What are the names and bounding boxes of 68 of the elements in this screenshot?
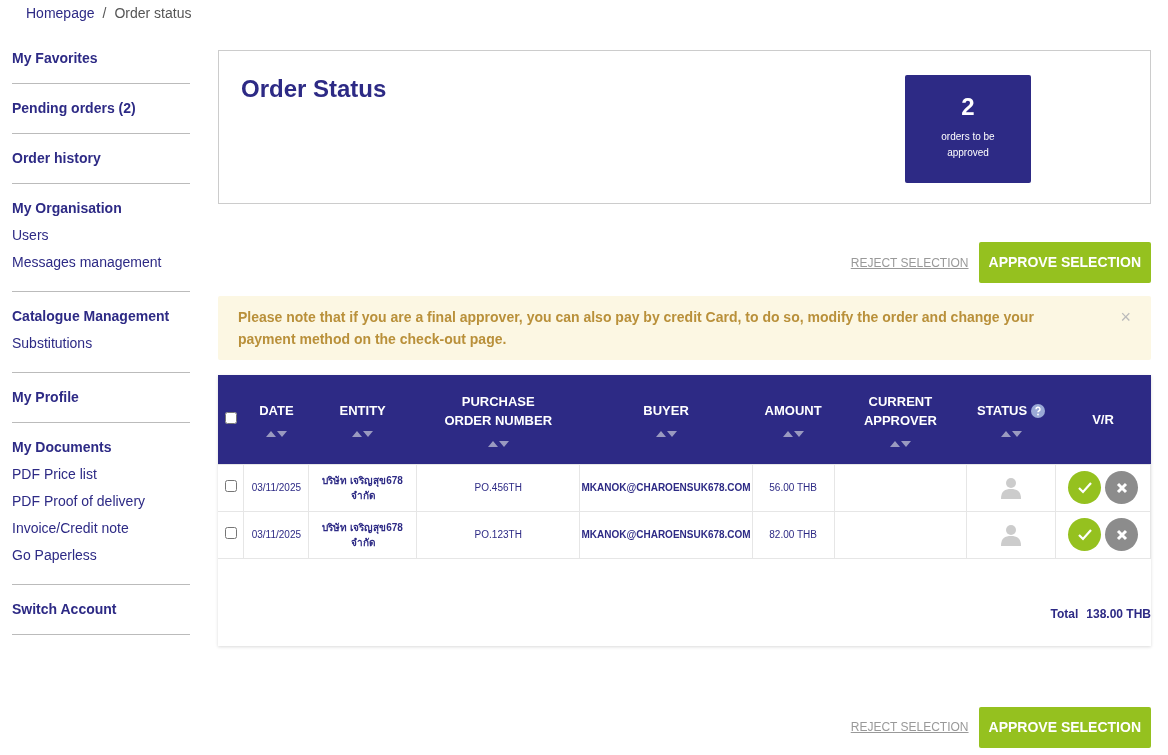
column-header: AMOUNT bbox=[764, 402, 822, 421]
sort-icon[interactable] bbox=[889, 439, 911, 447]
sort-icon[interactable] bbox=[655, 430, 677, 438]
sidebar-link[interactable]: Users bbox=[12, 225, 49, 246]
alert-message: Please note that if you are a final approver, you can also pay by credit Card, to do so, modify the order and change your payment method on the check-out page. bbox=[238, 308, 1035, 349]
check-icon bbox=[1076, 480, 1093, 495]
sidebar-heading[interactable]: Pending orders (2) bbox=[12, 98, 136, 119]
sidebar-link[interactable]: PDF Proof of delivery bbox=[12, 491, 146, 512]
column-header-cell[interactable]: STATUS bbox=[966, 375, 1056, 464]
close-icon bbox=[1115, 481, 1128, 494]
date-cell: 03/11/2025 bbox=[251, 529, 302, 540]
page-title: Order Status bbox=[241, 75, 387, 104]
count-label: orders to be approved bbox=[940, 130, 996, 160]
sort-icon[interactable] bbox=[265, 430, 287, 438]
date-cell: 03/11/2025 bbox=[251, 482, 302, 493]
sidebar-heading[interactable]: My Profile bbox=[12, 387, 79, 408]
column-header-cell[interactable]: ENTITY bbox=[308, 375, 417, 464]
po-number-cell: PO.456TH bbox=[474, 482, 522, 493]
sidebar-heading[interactable]: Order history bbox=[12, 148, 101, 169]
column-header-cell[interactable]: CURRENT APPROVER bbox=[834, 375, 967, 464]
close-icon bbox=[1115, 528, 1128, 541]
column-header-cell[interactable]: AMOUNT bbox=[752, 375, 835, 464]
sidebar-heading[interactable]: Catalogue Management bbox=[12, 306, 170, 327]
sort-icon[interactable] bbox=[782, 430, 804, 438]
sidebar-heading[interactable]: My Documents bbox=[12, 437, 112, 458]
sidebar-heading[interactable]: My Favorites bbox=[12, 48, 98, 69]
row-checkbox[interactable] bbox=[224, 479, 237, 492]
sidebar-link[interactable]: Go Paperless bbox=[12, 545, 97, 566]
sidebar-heading[interactable]: Switch Account bbox=[12, 599, 117, 620]
sidebar-heading[interactable]: My Organisation bbox=[12, 198, 122, 219]
column-header: DATE bbox=[259, 402, 294, 421]
breadcrumb-link[interactable]: Homepage bbox=[26, 3, 95, 23]
sort-icon[interactable] bbox=[352, 430, 374, 438]
column-header: PURCHASE ORDER NUMBER bbox=[443, 392, 554, 430]
column-header-cell[interactable]: PURCHASE ORDER NUMBER bbox=[416, 375, 580, 464]
person-icon bbox=[1001, 523, 1022, 546]
sort-icon[interactable] bbox=[487, 439, 509, 447]
column-header: STATUS bbox=[977, 402, 1028, 421]
buyer-cell: MKANOK@CHAROENSUK678.COM bbox=[581, 482, 751, 493]
check-icon bbox=[1076, 527, 1093, 542]
row-checkbox[interactable] bbox=[224, 526, 237, 539]
column-header-cell[interactable]: BUYER bbox=[579, 375, 753, 464]
amount-cell: 56.00 THB bbox=[769, 482, 817, 493]
entity-cell-text: บริษัท เจริญสุข678 จำกัด bbox=[321, 473, 404, 503]
help-icon[interactable] bbox=[1031, 403, 1046, 418]
reject-button[interactable] bbox=[1105, 471, 1139, 504]
sort-icon[interactable] bbox=[1000, 430, 1022, 438]
total-amount: 138.00 THB bbox=[1086, 605, 1151, 623]
column-header: BUYER bbox=[643, 402, 689, 421]
sidebar-link[interactable]: Substitutions bbox=[12, 333, 93, 354]
sidebar-link[interactable]: Invoice/Credit note bbox=[12, 518, 129, 539]
sidebar-link[interactable]: Messages management bbox=[12, 252, 162, 273]
buyer-cell: MKANOK@CHAROENSUK678.COM bbox=[581, 529, 751, 540]
breadcrumb-separator: / bbox=[102, 4, 107, 23]
po-number-cell: PO.123TH bbox=[474, 529, 522, 540]
column-header: ENTITY bbox=[339, 402, 386, 421]
select-all-checkbox[interactable] bbox=[224, 411, 237, 424]
total-label: Total bbox=[1050, 605, 1079, 623]
person-icon bbox=[1001, 476, 1022, 499]
count-number: 2 bbox=[960, 92, 976, 122]
column-header-cell[interactable]: DATE bbox=[243, 375, 309, 464]
amount-cell: 82.00 THB bbox=[769, 529, 817, 540]
entity-cell-text: บริษัท เจริญสุข678 จำกัด bbox=[321, 520, 404, 550]
column-header: V/R bbox=[1092, 410, 1114, 429]
sidebar-link[interactable]: PDF Price list bbox=[12, 464, 97, 485]
reject-button[interactable] bbox=[1105, 518, 1139, 551]
column-header: CURRENT APPROVER bbox=[862, 392, 938, 430]
breadcrumb-current: Order status bbox=[114, 4, 192, 23]
